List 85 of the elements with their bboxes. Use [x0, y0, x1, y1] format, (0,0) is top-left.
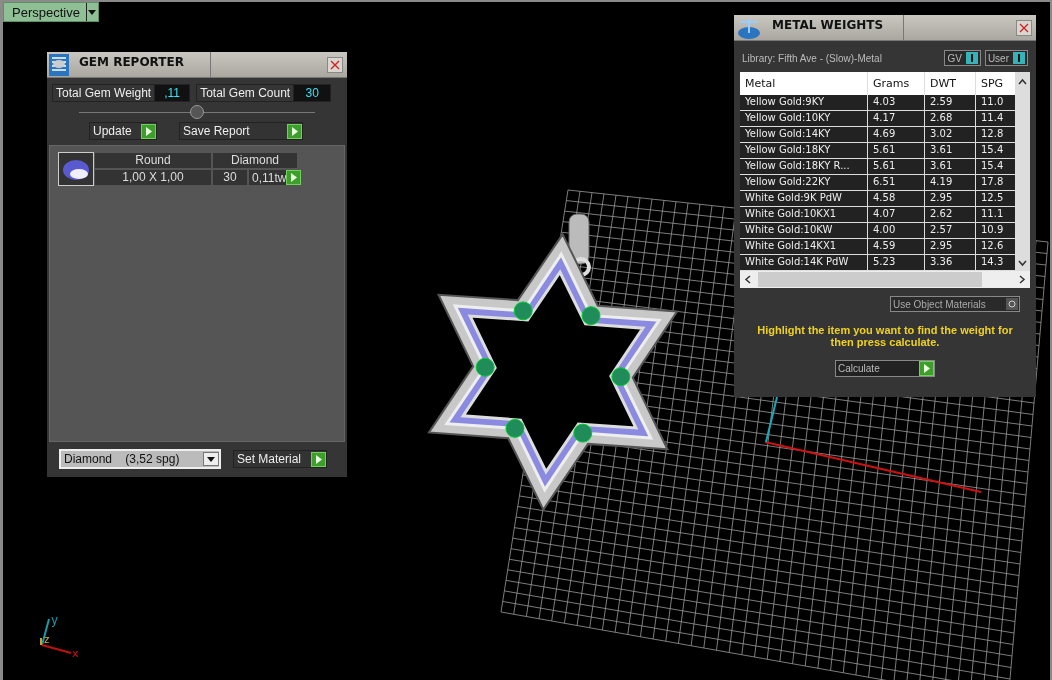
view-menu[interactable]: Perspective — [3, 2, 99, 22]
table-cell: Yellow Gold:10KY — [740, 111, 868, 127]
table-cell: 4.00 — [868, 223, 925, 239]
dropdown-icon — [85, 3, 98, 21]
gem-count: 30 — [212, 169, 248, 186]
close-button[interactable] — [1016, 19, 1032, 36]
library-toggle[interactable]: GV — [944, 50, 981, 66]
table-cell: 5.23 — [868, 255, 925, 271]
set-material-button[interactable]: Set Material — [233, 450, 327, 468]
gem-size: 1,00 X 1,00 — [94, 169, 212, 186]
gem-weight: 0,11tw — [248, 169, 298, 186]
close-button[interactable] — [327, 56, 343, 73]
gem-material: Diamond — [212, 152, 298, 169]
panel-title: GEM REPORTER — [71, 52, 211, 77]
table-cell: 2.59 — [925, 95, 976, 111]
slider-knob[interactable] — [190, 105, 204, 119]
table-cell: 4.69 — [868, 127, 925, 143]
table-cell: 2.68 — [925, 111, 976, 127]
library-toggle[interactable]: User — [984, 50, 1028, 66]
table-cell: 14.3 — [976, 255, 1015, 271]
table-cell: 15.4 — [976, 143, 1015, 159]
horizontal-scrollbar[interactable] — [740, 271, 1030, 288]
table-cell: 10.9 — [976, 223, 1015, 239]
table-cell: Yellow Gold:9KY — [740, 95, 868, 111]
play-icon — [311, 451, 326, 467]
play-icon — [141, 123, 156, 139]
material-dropdown[interactable]: Diamond (3,52 spg) — [59, 449, 221, 469]
table-cell: 4.58 — [868, 191, 925, 207]
panel-slider[interactable] — [79, 104, 315, 120]
action-button[interactable]: Update — [89, 122, 157, 140]
panel-title: METAL WEIGHTS — [764, 15, 904, 40]
stat-value: 30 — [294, 85, 331, 101]
table-cell: 3.02 — [925, 127, 976, 143]
table-cell: 3.61 — [925, 159, 976, 175]
gem-list-icon — [49, 53, 69, 76]
table-cell: 4.19 — [925, 175, 976, 191]
action-button[interactable]: Save Report — [179, 122, 303, 140]
table-cell: 17.8 — [976, 175, 1015, 191]
play-icon — [919, 361, 934, 376]
table-cell: 4.07 — [868, 207, 925, 223]
table-cell: White Gold:10KW — [740, 223, 868, 239]
table-cell: Yellow Gold:18KY — [740, 143, 868, 159]
table-cell: 2.57 — [925, 223, 976, 239]
table-cell: 15.4 — [976, 159, 1015, 175]
gem-shape: Round — [94, 152, 212, 169]
vertical-scrollbar[interactable] — [1015, 72, 1030, 271]
table-cell: Yellow Gold:18KY R... — [740, 159, 868, 175]
play-icon — [287, 123, 302, 139]
calculate-button[interactable]: Calculate — [835, 360, 935, 377]
table-cell: 4.03 — [868, 95, 925, 111]
table-cell: 12.8 — [976, 127, 1015, 143]
table-cell: Yellow Gold:22KY — [740, 175, 868, 191]
axis-gizmo: y z x — [40, 613, 79, 660]
table-cell: Yellow Gold:14KY — [740, 127, 868, 143]
scroll-up-icon[interactable] — [1018, 78, 1027, 86]
library-label: Library: Fifth Ave - (Slow)-Metal — [742, 52, 882, 64]
table-cell: 6.51 — [868, 175, 925, 191]
play-icon — [286, 170, 302, 185]
table-cell: 3.36 — [925, 255, 976, 271]
table-cell: 5.61 — [868, 143, 925, 159]
instruction-text: Highlight the item you want to find the weight for then press calculate. — [756, 324, 1014, 348]
table-cell: 12.5 — [976, 191, 1015, 207]
table-cell: 12.6 — [976, 239, 1015, 255]
scroll-right-icon[interactable] — [1018, 275, 1026, 284]
scroll-left-icon[interactable] — [744, 275, 752, 284]
table-cell: 3.61 — [925, 143, 976, 159]
table-cell: White Gold:10KX1 — [740, 207, 868, 223]
table-cell: White Gold:14KX1 — [740, 239, 868, 255]
table-cell: 2.95 — [925, 239, 976, 255]
table-cell: White Gold:14K PdW — [740, 255, 868, 271]
dropdown-icon — [203, 452, 219, 466]
table-cell: 4.17 — [868, 111, 925, 127]
table-cell: White Gold:9K PdW — [740, 191, 868, 207]
scroll-down-icon[interactable] — [1018, 259, 1027, 267]
table-cell: 11.4 — [976, 111, 1015, 127]
use-object-materials-toggle[interactable]: Use Object Materials — [890, 296, 1020, 312]
table-cell: 4.59 — [868, 239, 925, 255]
table-cell: 11.1 — [976, 207, 1015, 223]
gem-icon — [58, 152, 94, 186]
table-cell: 2.95 — [925, 191, 976, 207]
y-axis-line — [765, 396, 778, 443]
table-cell: 5.61 — [868, 159, 925, 175]
stat-value: ,11 — [155, 85, 190, 101]
table-cell: 2.62 — [925, 207, 976, 223]
table-cell: 11.0 — [976, 95, 1015, 111]
